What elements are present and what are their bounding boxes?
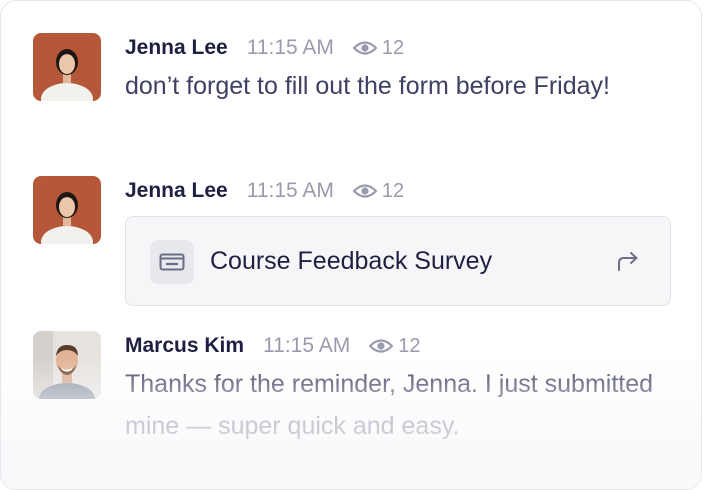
message-meta: Jenna Lee 11:15 AM 12 — [125, 33, 669, 63]
avatar-jenna-lee[interactable] — [33, 176, 101, 244]
view-count: 12 — [369, 335, 420, 358]
message-item: Jenna Lee 11:15 AM 12 don’t forget to fi… — [33, 33, 669, 153]
avatar-jenna-lee[interactable] — [33, 33, 101, 101]
message-meta: Jenna Lee 11:15 AM 12 — [125, 176, 669, 206]
timestamp: 11:15 AM — [246, 179, 334, 202]
message-item: Marcus Kim 11:15 AM 12 Thanks for the re… — [33, 331, 669, 451]
form-icon — [150, 240, 194, 284]
message-meta: Marcus Kim 11:15 AM 12 — [125, 331, 669, 361]
avatar-image — [33, 176, 101, 244]
author-name[interactable]: Jenna Lee — [125, 179, 228, 203]
message-item: Jenna Lee 11:15 AM 12 Course Feedback Su… — [33, 176, 671, 308]
avatar-marcus-kim[interactable] — [33, 331, 101, 399]
eye-icon — [369, 339, 394, 353]
form-title: Course Feedback Survey — [210, 247, 493, 275]
share-icon[interactable] — [616, 250, 640, 272]
author-name[interactable]: Jenna Lee — [125, 36, 228, 60]
view-count-value: 12 — [381, 179, 405, 202]
message-text: Thanks for the reminder, Jenna. I just s… — [125, 370, 654, 440]
message-text: don’t forget to fill out the form before… — [125, 72, 610, 100]
view-count-value: 12 — [398, 334, 421, 357]
view-count: 12 — [352, 179, 405, 203]
timestamp: 11:15 AM — [263, 334, 351, 357]
form-attachment-card[interactable]: Course Feedback Survey — [125, 216, 671, 306]
eye-icon — [352, 41, 377, 55]
chat-panel: Jenna Lee 11:15 AM 12 don’t forget to fi… — [0, 0, 702, 490]
eye-icon — [352, 184, 377, 198]
view-count: 12 — [352, 36, 405, 60]
view-count-value: 12 — [381, 36, 405, 59]
avatar-image — [33, 331, 101, 399]
author-name[interactable]: Marcus Kim — [125, 334, 244, 358]
avatar-image — [33, 33, 101, 101]
timestamp: 11:15 AM — [246, 36, 334, 59]
